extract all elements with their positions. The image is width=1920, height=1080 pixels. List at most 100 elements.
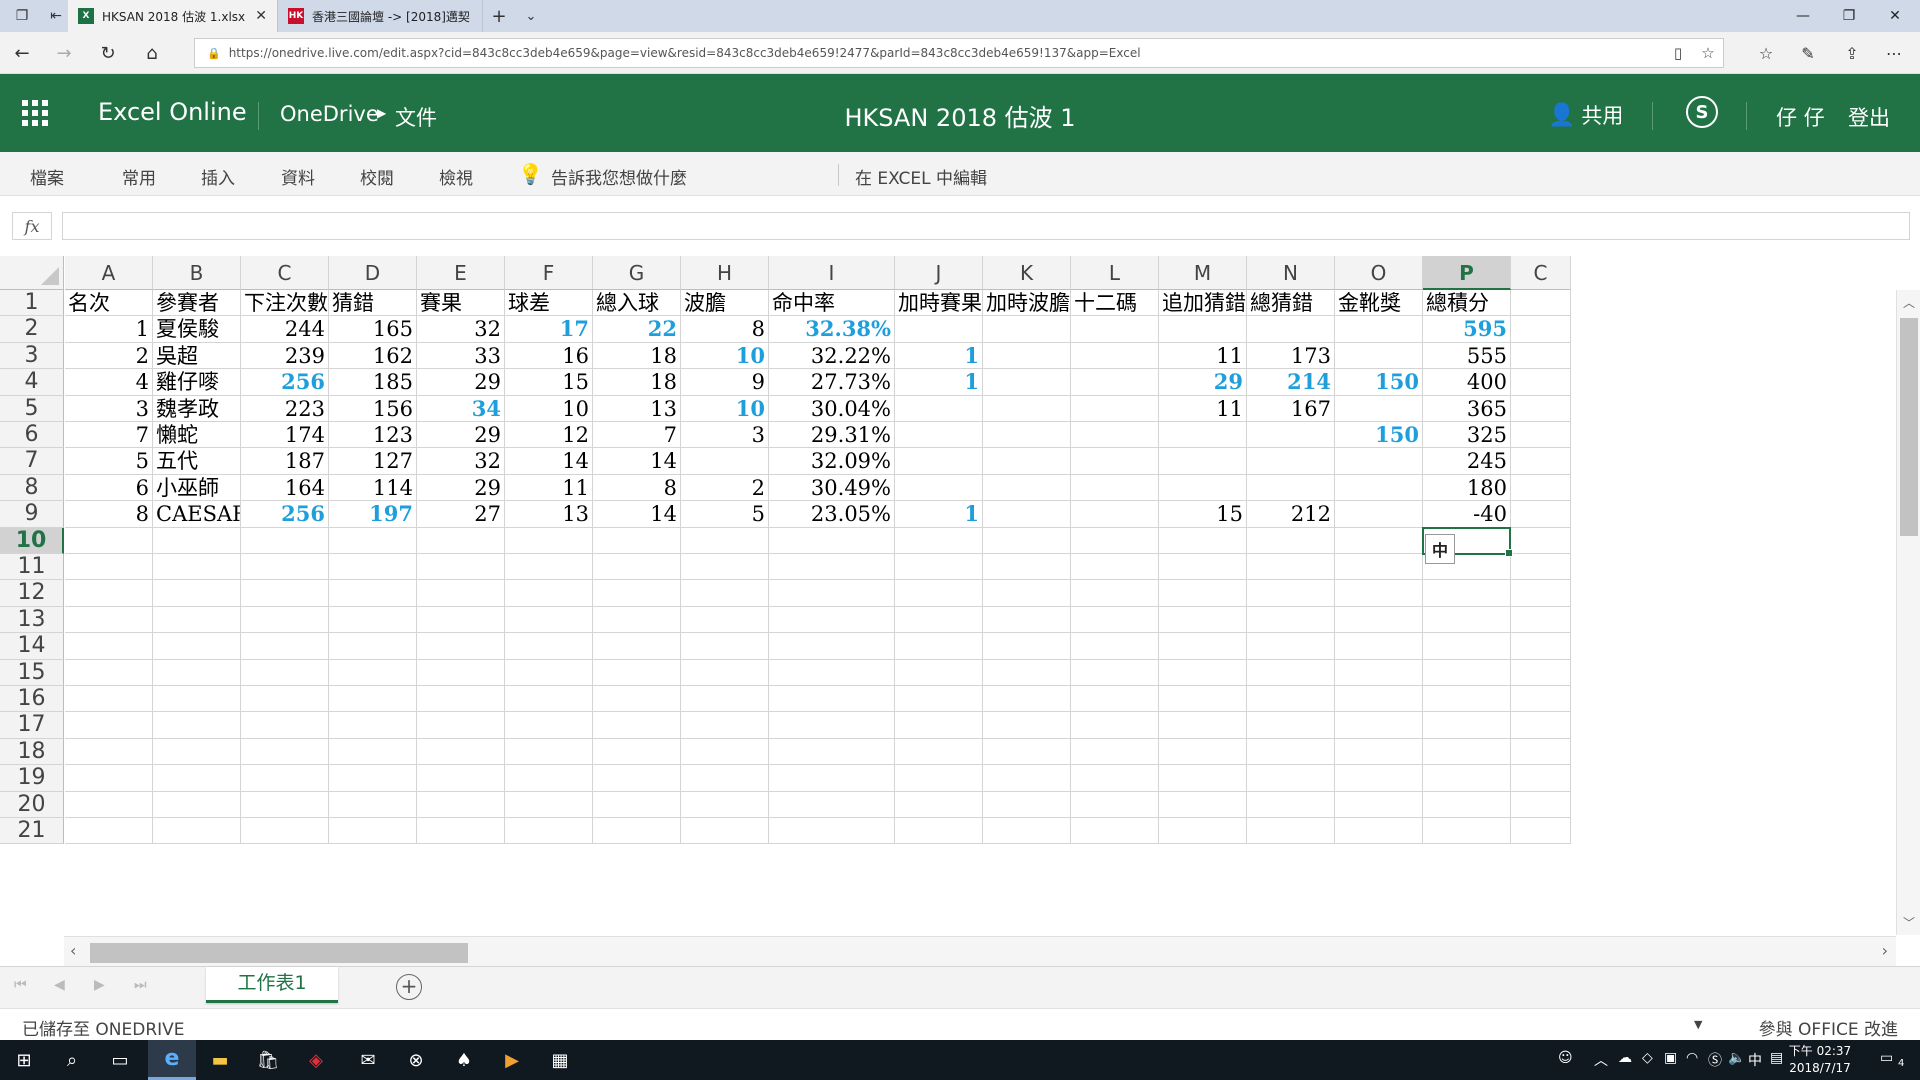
empty-cell[interactable] xyxy=(681,527,769,554)
data-cell[interactable]: 197 xyxy=(329,501,417,528)
ribbon-tab-insert[interactable]: 插入 xyxy=(201,164,235,189)
empty-cell[interactable] xyxy=(329,554,417,581)
sheet-tab-active[interactable]: 工作表1 xyxy=(206,967,338,1003)
column-header[interactable]: H xyxy=(681,256,769,290)
empty-cell[interactable] xyxy=(593,686,681,713)
onedrive-cloud-icon[interactable]: ☁ xyxy=(1618,1050,1632,1066)
status-dropdown-icon[interactable]: ▼ xyxy=(1694,1018,1702,1031)
data-cell[interactable]: 32 xyxy=(417,448,505,475)
empty-cell[interactable] xyxy=(65,633,153,660)
empty-cell[interactable] xyxy=(505,527,593,554)
vertical-scrollbar[interactable]: ︿ ﹀ xyxy=(1896,290,1920,935)
spreadsheet-grid[interactable]: ABCDEFGHIJKLMNOPC 1 2 3 4 5 6 7 8 9 10 11 12 13 14 15 1… xyxy=(0,256,1920,936)
last-sheet-icon[interactable]: ⏭ xyxy=(134,977,147,993)
data-cell[interactable]: 魏孝政 xyxy=(153,395,241,422)
data-cell[interactable] xyxy=(983,342,1071,370)
empty-cell[interactable] xyxy=(153,818,241,845)
share-button[interactable]: 👤 共用 xyxy=(1548,100,1623,130)
restore-icon[interactable]: ❐ xyxy=(1826,0,1872,32)
empty-cell[interactable] xyxy=(895,606,983,634)
empty-cell[interactable] xyxy=(983,712,1071,739)
set-aside-tabs-icon[interactable]: ⇤ xyxy=(44,4,68,28)
data-cell[interactable]: 33 xyxy=(417,342,505,370)
data-cell[interactable] xyxy=(1335,395,1423,422)
tray-chevron-icon[interactable]: ︿ xyxy=(1594,1050,1608,1070)
empty-cell[interactable] xyxy=(1247,712,1335,739)
data-cell[interactable] xyxy=(681,448,769,475)
more-menu-icon[interactable]: ⋯ xyxy=(1880,41,1908,65)
row-header[interactable]: 3 xyxy=(0,342,64,370)
data-cell[interactable] xyxy=(1071,369,1159,396)
ribbon-tab-home[interactable]: 常用 xyxy=(122,164,156,189)
data-cell[interactable]: 16 xyxy=(505,342,593,370)
scroll-down-arrow-icon[interactable]: ﹀ xyxy=(1897,914,1920,931)
data-cell[interactable]: 5 xyxy=(65,448,153,475)
data-cell[interactable]: 365 xyxy=(1423,395,1511,422)
file-explorer-icon[interactable]: ▬ xyxy=(196,1040,244,1080)
data-cell[interactable]: 18 xyxy=(593,369,681,396)
data-cell[interactable] xyxy=(1247,448,1335,475)
data-cell[interactable] xyxy=(1159,448,1247,475)
column-header[interactable]: P xyxy=(1423,256,1511,290)
data-cell[interactable] xyxy=(1071,342,1159,370)
empty-cell[interactable] xyxy=(65,765,153,792)
empty-cell[interactable] xyxy=(983,606,1071,634)
row-header[interactable]: 18 xyxy=(0,738,64,766)
empty-cell[interactable] xyxy=(983,791,1071,818)
data-cell[interactable] xyxy=(983,395,1071,422)
calculator-icon[interactable]: ▦ xyxy=(536,1040,584,1080)
browser-tab-forum[interactable]: HK 香港三國論壇 -> [2018]邁契 xyxy=(278,0,483,32)
data-cell[interactable] xyxy=(983,316,1071,343)
forward-arrow-icon[interactable]: → xyxy=(52,41,76,65)
mcafee-icon[interactable]: ◈ xyxy=(292,1040,340,1080)
empty-cell[interactable] xyxy=(769,791,895,818)
empty-cell[interactable] xyxy=(1071,554,1159,581)
empty-cell[interactable] xyxy=(1159,633,1247,660)
document-title[interactable]: HKSAN 2018 估波 1 xyxy=(844,104,1075,132)
empty-cell[interactable] xyxy=(1511,738,1571,766)
data-cell[interactable] xyxy=(895,316,983,343)
row-header[interactable]: 8 xyxy=(0,474,64,502)
empty-cell[interactable] xyxy=(329,712,417,739)
empty-cell[interactable] xyxy=(769,765,895,792)
column-header[interactable]: E xyxy=(417,256,505,290)
empty-cell[interactable] xyxy=(1511,791,1571,818)
empty-cell[interactable] xyxy=(681,765,769,792)
empty-cell[interactable] xyxy=(1511,606,1571,634)
new-tab-icon[interactable]: + xyxy=(483,6,515,27)
data-cell[interactable] xyxy=(1071,474,1159,502)
empty-cell[interactable] xyxy=(329,791,417,818)
data-cell[interactable]: 150 xyxy=(1335,422,1423,449)
empty-cell[interactable] xyxy=(593,527,681,554)
empty-cell[interactable] xyxy=(1071,765,1159,792)
data-cell[interactable]: 23.05% xyxy=(769,501,895,528)
data-cell[interactable]: 1 xyxy=(895,501,983,528)
empty-cell[interactable] xyxy=(329,686,417,713)
empty-cell[interactable] xyxy=(329,818,417,845)
empty-cell[interactable] xyxy=(983,633,1071,660)
empty-cell[interactable] xyxy=(895,633,983,660)
empty-cell[interactable] xyxy=(1511,342,1571,370)
header-cell[interactable]: 猜錯 xyxy=(329,290,417,317)
row-header[interactable]: 15 xyxy=(0,659,64,686)
empty-cell[interactable] xyxy=(417,791,505,818)
edit-in-excel-button[interactable]: 在 EXCEL 中編輯 xyxy=(855,164,987,189)
empty-cell[interactable] xyxy=(983,554,1071,581)
empty-cell[interactable] xyxy=(505,686,593,713)
header-cell[interactable]: 下注次數 xyxy=(241,290,329,317)
empty-cell[interactable] xyxy=(769,580,895,607)
row-header[interactable]: 20 xyxy=(0,791,64,818)
scroll-up-arrow-icon[interactable]: ︿ xyxy=(1897,294,1920,311)
empty-cell[interactable] xyxy=(895,791,983,818)
empty-cell[interactable] xyxy=(1423,738,1511,766)
data-cell[interactable] xyxy=(895,474,983,502)
empty-cell[interactable] xyxy=(769,633,895,660)
empty-cell[interactable] xyxy=(417,527,505,554)
user-name[interactable]: 仔 仔 xyxy=(1776,102,1825,132)
data-cell[interactable]: 162 xyxy=(329,342,417,370)
empty-cell[interactable] xyxy=(329,765,417,792)
empty-cell[interactable] xyxy=(681,818,769,845)
empty-cell[interactable] xyxy=(1071,580,1159,607)
data-cell[interactable]: 32.09% xyxy=(769,448,895,475)
empty-cell[interactable] xyxy=(1159,791,1247,818)
